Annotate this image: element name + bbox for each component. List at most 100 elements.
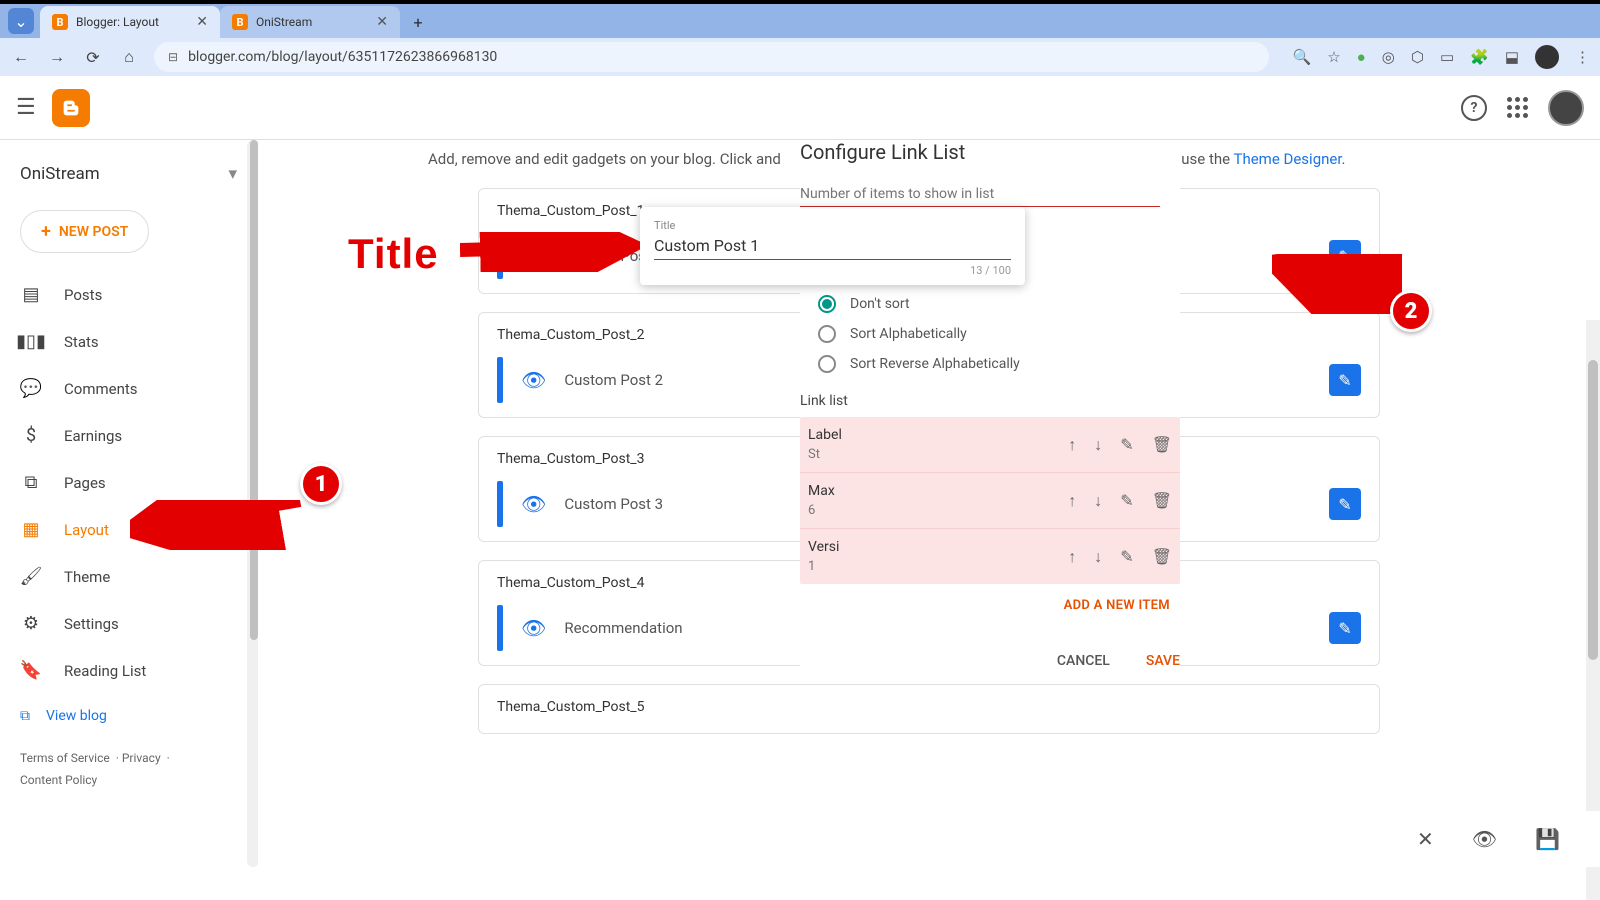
extension-icon[interactable]: ⬡ <box>1411 48 1424 66</box>
move-up-icon[interactable]: ↑ <box>1068 435 1076 455</box>
extension-icon[interactable]: ▭ <box>1440 48 1454 66</box>
tab-search-button[interactable]: ⌄ <box>8 8 34 34</box>
forward-icon[interactable]: → <box>46 47 68 67</box>
new-tab-button[interactable]: + <box>404 8 432 36</box>
radio-icon <box>818 295 836 313</box>
back-icon[interactable]: ← <box>10 47 32 67</box>
cancel-button[interactable]: CANCEL <box>1057 653 1110 669</box>
account-avatar[interactable] <box>1548 90 1584 126</box>
site-info-icon[interactable]: ⊟ <box>168 50 178 64</box>
theme-designer-link[interactable]: Theme Designer <box>1234 150 1342 168</box>
sidebar-item-label: Theme <box>64 568 110 586</box>
sidebar-item-pages[interactable]: ⧉ Pages <box>0 459 257 506</box>
radio-icon <box>818 355 836 373</box>
view-blog-label: View blog <box>46 708 107 724</box>
view-blog-link[interactable]: ⧉ View blog <box>0 694 257 738</box>
annotation-title-label: Title <box>348 230 439 278</box>
content-policy-link[interactable]: Content Policy <box>20 773 97 787</box>
sort-option[interactable]: Sort Alphabetically <box>800 319 1180 349</box>
annotation-arrow <box>130 500 305 550</box>
move-down-icon[interactable]: ↓ <box>1094 435 1102 455</box>
sidebar-item-earnings[interactable]: $ Earnings <box>0 412 257 459</box>
edit-gadget-button[interactable]: ✎ <box>1329 488 1361 520</box>
panel-title: Configure Link List <box>800 140 1180 164</box>
delete-icon[interactable]: 🗑 <box>1152 435 1172 455</box>
sidebar-item-theme[interactable]: 🖌 Theme <box>0 553 257 600</box>
drag-handle[interactable] <box>497 357 503 403</box>
link-value: 1 <box>808 559 1068 574</box>
extension-icon[interactable]: ◎ <box>1382 48 1395 66</box>
sort-option[interactable]: Sort Reverse Alphabetically <box>800 349 1180 379</box>
edit-icon[interactable]: ✎ <box>1120 491 1133 511</box>
close-icon[interactable]: ✕ <box>1417 827 1434 851</box>
annotation-badge-1: 1 <box>300 463 342 505</box>
profile-avatar[interactable] <box>1535 45 1559 69</box>
reload-icon[interactable]: ⟳ <box>82 48 104 67</box>
layout-icon: ▦ <box>20 519 42 540</box>
close-icon[interactable]: ✕ <box>196 14 208 30</box>
browser-tab-active[interactable]: B Blogger: Layout ✕ <box>40 6 220 38</box>
home-icon[interactable]: ⌂ <box>118 47 140 67</box>
browser-toolbar: ← → ⟳ ⌂ ⊟ blogger.com/blog/layout/635117… <box>0 38 1600 76</box>
extension-icon[interactable]: ● <box>1357 48 1366 66</box>
blogger-favicon: B <box>232 14 248 30</box>
link-value: St <box>808 447 1068 462</box>
delete-icon[interactable]: 🗑 <box>1152 547 1172 567</box>
close-icon[interactable]: ✕ <box>376 14 388 30</box>
delete-icon[interactable]: 🗑 <box>1152 491 1172 511</box>
preview-icon[interactable]: 👁 <box>1472 827 1497 851</box>
hamburger-icon[interactable]: ☰ <box>16 95 36 120</box>
sidebar-item-comments[interactable]: 💬 Comments <box>0 365 257 412</box>
gear-icon: ⚙ <box>20 613 42 634</box>
edit-gadget-button[interactable]: ✎ <box>1329 364 1361 396</box>
sidebar-item-label: Stats <box>64 333 99 351</box>
items-count-input[interactable] <box>800 182 1160 207</box>
sidebar-item-settings[interactable]: ⚙ Settings <box>0 600 257 647</box>
save-icon[interactable]: 💾 <box>1535 827 1560 851</box>
visibility-icon[interactable]: 👁 <box>521 616 546 640</box>
sidebar-item-posts[interactable]: ▤ Posts <box>0 271 257 318</box>
sort-label: Sort Reverse Alphabetically <box>850 356 1020 372</box>
move-up-icon[interactable]: ↑ <box>1068 491 1076 511</box>
move-down-icon[interactable]: ↓ <box>1094 547 1102 567</box>
sidebar-item-reading-list[interactable]: 🔖 Reading List <box>0 647 257 694</box>
apps-icon[interactable] <box>1507 97 1528 118</box>
bookmark-icon[interactable]: ☆ <box>1327 48 1340 66</box>
menu-icon[interactable]: ⋮ <box>1575 48 1590 66</box>
help-icon[interactable]: ? <box>1461 95 1487 121</box>
add-new-item-button[interactable]: ADD A NEW ITEM <box>800 598 1170 613</box>
edit-icon[interactable]: ✎ <box>1120 547 1133 567</box>
visibility-icon[interactable]: 👁 <box>521 492 546 516</box>
sidebar-item-label: Pages <box>64 474 106 492</box>
link-list-header: Link list <box>800 393 1180 409</box>
new-post-button[interactable]: + NEW POST <box>20 210 149 253</box>
extensions-icon[interactable]: 🧩 <box>1470 48 1489 66</box>
drag-handle[interactable] <box>497 605 503 651</box>
drag-handle[interactable] <box>497 481 503 527</box>
edit-icon[interactable]: ✎ <box>1120 435 1133 455</box>
privacy-link[interactable]: Privacy <box>122 751 161 765</box>
gadget-section: Thema_Custom_Post_5 <box>478 684 1380 734</box>
char-counter: 13 / 100 <box>654 264 1011 277</box>
download-icon[interactable]: ⬓ <box>1505 48 1519 66</box>
sidebar-item-stats[interactable]: ▮▯▮ Stats <box>0 318 257 365</box>
blogger-logo[interactable] <box>52 89 90 127</box>
save-button[interactable]: SAVE <box>1146 653 1180 669</box>
blog-selector[interactable]: OniStream ▾ <box>0 156 257 192</box>
title-input[interactable]: Custom Post 1 <box>654 232 1011 260</box>
sort-label: Don't sort <box>850 296 910 312</box>
sort-option[interactable]: Don't sort <box>800 289 1180 319</box>
edit-gadget-button[interactable]: ✎ <box>1329 612 1361 644</box>
annotation-badge-2: 2 <box>1390 290 1432 332</box>
tab-title: OniStream <box>256 15 312 29</box>
address-bar[interactable]: ⊟ blogger.com/blog/layout/63511726238669… <box>154 42 1269 72</box>
posts-icon: ▤ <box>20 284 42 305</box>
visibility-icon[interactable]: 👁 <box>521 368 546 392</box>
terms-link[interactable]: Terms of Service <box>20 751 110 765</box>
zoom-icon[interactable]: 🔍 <box>1293 48 1312 66</box>
move-up-icon[interactable]: ↑ <box>1068 547 1076 567</box>
url-text: blogger.com/blog/layout/6351172623866968… <box>188 49 497 65</box>
browser-tab[interactable]: B OniStream ✕ <box>220 6 400 38</box>
move-down-icon[interactable]: ↓ <box>1094 491 1102 511</box>
dollar-icon: $ <box>20 425 42 446</box>
